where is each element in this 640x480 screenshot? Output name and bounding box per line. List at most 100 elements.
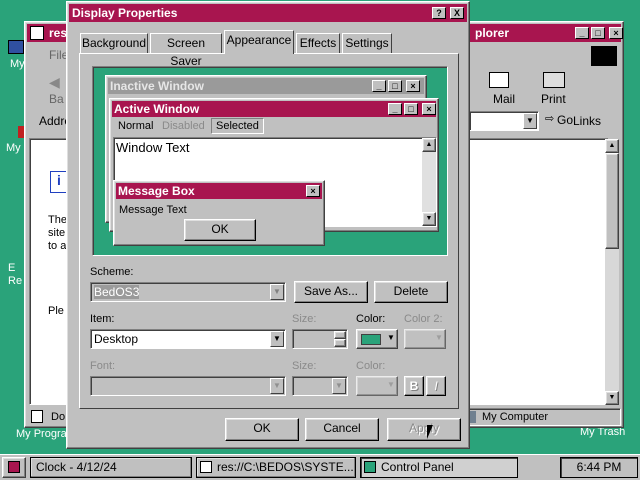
desktop-icon-label: E Re (8, 262, 23, 287)
explorer-title-start: res (49, 26, 68, 40)
close-button[interactable]: × (609, 27, 623, 39)
mouse-cursor-icon (427, 425, 433, 439)
tab-effects[interactable]: Effects (296, 33, 340, 53)
cancel-button[interactable]: Cancel (305, 418, 379, 441)
size-label: Size: (292, 313, 317, 325)
color-picker-button[interactable]: ▼ (356, 329, 398, 349)
message-box-title: Message Box (118, 184, 195, 198)
tab-background[interactable]: Background (80, 33, 148, 53)
font-size-label: Size: (292, 360, 317, 372)
back-label: Ba (49, 92, 64, 106)
item-value: Desktop (94, 332, 139, 346)
item-select[interactable]: Desktop ▼ (90, 329, 286, 349)
scroll-up-icon: ▲ (422, 138, 436, 152)
close-icon: × (422, 103, 436, 115)
scheme-value: BedOS3 (94, 285, 140, 299)
address-field[interactable]: ▼ (469, 111, 539, 131)
save-as-button[interactable]: Save As... (294, 281, 368, 303)
font-color-label: Color: (356, 360, 386, 372)
minimize-icon: _ (388, 103, 402, 115)
taskbar-item-clock[interactable]: Clock - 4/12/24 (30, 457, 192, 478)
printer-icon (543, 72, 565, 88)
scroll-up-button[interactable]: ▲ (605, 139, 619, 153)
apply-button[interactable]: Apply (387, 418, 461, 441)
preview-scrollbar: ▲ ▼ (422, 138, 436, 226)
font-size-select[interactable]: ▼ (292, 376, 348, 396)
close-icon: × (306, 185, 320, 197)
minimize-button[interactable]: _ (575, 27, 589, 39)
font-select[interactable]: ▼ (90, 376, 286, 396)
spin-down-icon[interactable] (334, 339, 346, 347)
windows-logo-icon (591, 46, 617, 66)
taskbar-item-control-panel[interactable]: Control Panel (360, 457, 518, 478)
tab-screen-saver[interactable]: Screen Saver (150, 33, 222, 68)
taskbar-item-explorer[interactable]: res://C:\BEDOS\SYSTE... (196, 457, 356, 478)
go-arrow-icon: ⇨ (545, 113, 555, 125)
active-window-title: Active Window (114, 102, 200, 116)
chevron-down-icon: ▼ (387, 380, 395, 389)
maximize-button[interactable]: □ (591, 27, 605, 39)
font-color-button[interactable]: ▼ (356, 376, 398, 396)
content-line: Ple (48, 305, 64, 317)
scroll-thumb[interactable] (605, 153, 619, 249)
scheme-select[interactable]: BedOS3 ▼ (90, 282, 286, 302)
ok-button[interactable]: OK (225, 418, 299, 441)
appearance-preview[interactable]: Inactive Window _ □ × Active Window _ □ … (92, 66, 448, 256)
back-button[interactable]: ◀ Ba (39, 68, 69, 106)
links-button[interactable]: Links (573, 114, 601, 128)
bold-button[interactable]: B (404, 376, 424, 396)
italic-button[interactable]: I (426, 376, 446, 396)
scroll-down-button[interactable]: ▼ (605, 391, 619, 405)
scroll-down-icon: ▼ (422, 212, 436, 226)
taskbar-item-label: res://C:\BEDOS\SYSTE... (217, 460, 354, 474)
appearance-page: Inactive Window _ □ × Active Window _ □ … (79, 53, 459, 409)
window-text: Window Text (116, 140, 190, 155)
status-text: Do (51, 411, 66, 423)
chevron-down-icon[interactable]: ▼ (332, 378, 346, 394)
content-line: site (48, 227, 66, 239)
content-line: The (48, 214, 67, 226)
zone-text: My Computer (482, 411, 549, 423)
taskbar-item-label: Control Panel (381, 460, 454, 474)
start-button[interactable] (2, 457, 26, 478)
start-menu-icon (8, 461, 20, 473)
minimize-icon: _ (372, 80, 386, 92)
spin-up-icon[interactable] (334, 331, 346, 339)
maximize-icon: □ (388, 80, 402, 92)
vertical-scrollbar[interactable]: ▲ ▼ (605, 139, 619, 405)
content-line: to a (48, 240, 67, 252)
display-properties-dialog: Display Properties ? X Background Screen… (66, 1, 470, 449)
mail-button[interactable]: Mail (481, 70, 521, 106)
explorer-title-end: plorer (475, 26, 510, 40)
preview-msgbox-titlebar: Message Box × (116, 183, 322, 199)
tab-settings[interactable]: Settings (342, 33, 392, 53)
mail-label: Mail (493, 92, 516, 106)
chevron-down-icon[interactable]: ▼ (270, 284, 284, 300)
color2-picker-button[interactable]: ▼ (404, 329, 446, 349)
font-label: Font: (90, 360, 116, 372)
preview-inactive-titlebar: Inactive Window _ □ × (108, 78, 424, 94)
dialog-titlebar: Display Properties ? X (69, 4, 467, 22)
go-label: Go (557, 113, 574, 127)
help-button[interactable]: ? (432, 7, 446, 19)
preview-message-box: Message Box × Message Text OK (113, 180, 325, 246)
page-icon (31, 410, 43, 423)
close-icon: × (406, 80, 420, 92)
maximize-icon: □ (404, 103, 418, 115)
ie-icon (30, 26, 44, 40)
chevron-down-icon[interactable]: ▼ (270, 331, 284, 347)
close-button[interactable]: X (450, 7, 464, 19)
delete-button[interactable]: Delete (374, 281, 448, 303)
print-button[interactable]: Print (535, 70, 575, 106)
address-dropdown[interactable]: ▼ (523, 113, 537, 129)
item-size-spinner[interactable] (292, 329, 348, 349)
mail-icon (489, 72, 509, 88)
back-arrow-icon: ◀ (49, 74, 60, 90)
inactive-window-title: Inactive Window (110, 79, 204, 93)
chevron-down-icon[interactable]: ▼ (270, 378, 284, 394)
tab-appearance[interactable]: Appearance (224, 30, 294, 54)
taskbar-clock[interactable]: 6:44 PM (560, 457, 638, 478)
preview-menu-normal: Normal (118, 120, 154, 132)
ie-icon (200, 461, 212, 473)
desktop-icon-label: My (10, 58, 25, 70)
